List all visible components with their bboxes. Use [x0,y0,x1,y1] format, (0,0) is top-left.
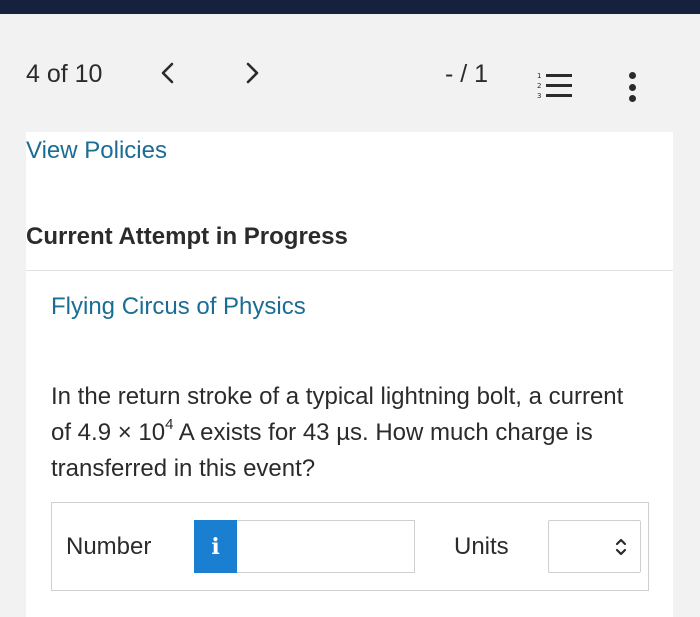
svg-text:1: 1 [537,72,541,80]
question-score: - / 1 [445,60,489,88]
up-down-chevron-icon [615,538,627,556]
question-exponent: 4 [165,416,174,433]
chevron-right-icon [246,62,259,84]
divider [26,270,673,271]
units-select[interactable] [548,520,641,573]
question-card: View Policies Current Attempt in Progres… [26,132,673,617]
question-nav-bar: 4 of 10 - / 1 1 2 3 [0,14,700,132]
question-counter: 4 of 10 [26,60,103,88]
view-policies-link[interactable]: View Policies [26,137,167,165]
chevron-left-icon [161,62,174,84]
next-question-button[interactable] [238,56,268,90]
info-button[interactable]: i [194,520,237,573]
numbered-list-icon: 1 2 3 [537,72,572,100]
units-label: Units [454,533,509,560]
question-source-title: Flying Circus of Physics [51,293,306,320]
more-options-button[interactable] [620,69,644,105]
question-text: In the return stroke of a typical lightn… [51,379,631,487]
answer-row: Number i Units [51,502,649,591]
question-list-button[interactable]: 1 2 3 [536,70,576,102]
top-strip [0,0,700,14]
more-vertical-icon [628,72,636,79]
attempt-status-heading: Current Attempt in Progress [26,223,348,250]
svg-text:2: 2 [537,82,541,90]
previous-question-button[interactable] [152,56,182,90]
info-icon: i [211,533,220,560]
number-label: Number [66,533,152,560]
number-input[interactable] [237,520,415,573]
svg-text:3: 3 [537,92,541,100]
